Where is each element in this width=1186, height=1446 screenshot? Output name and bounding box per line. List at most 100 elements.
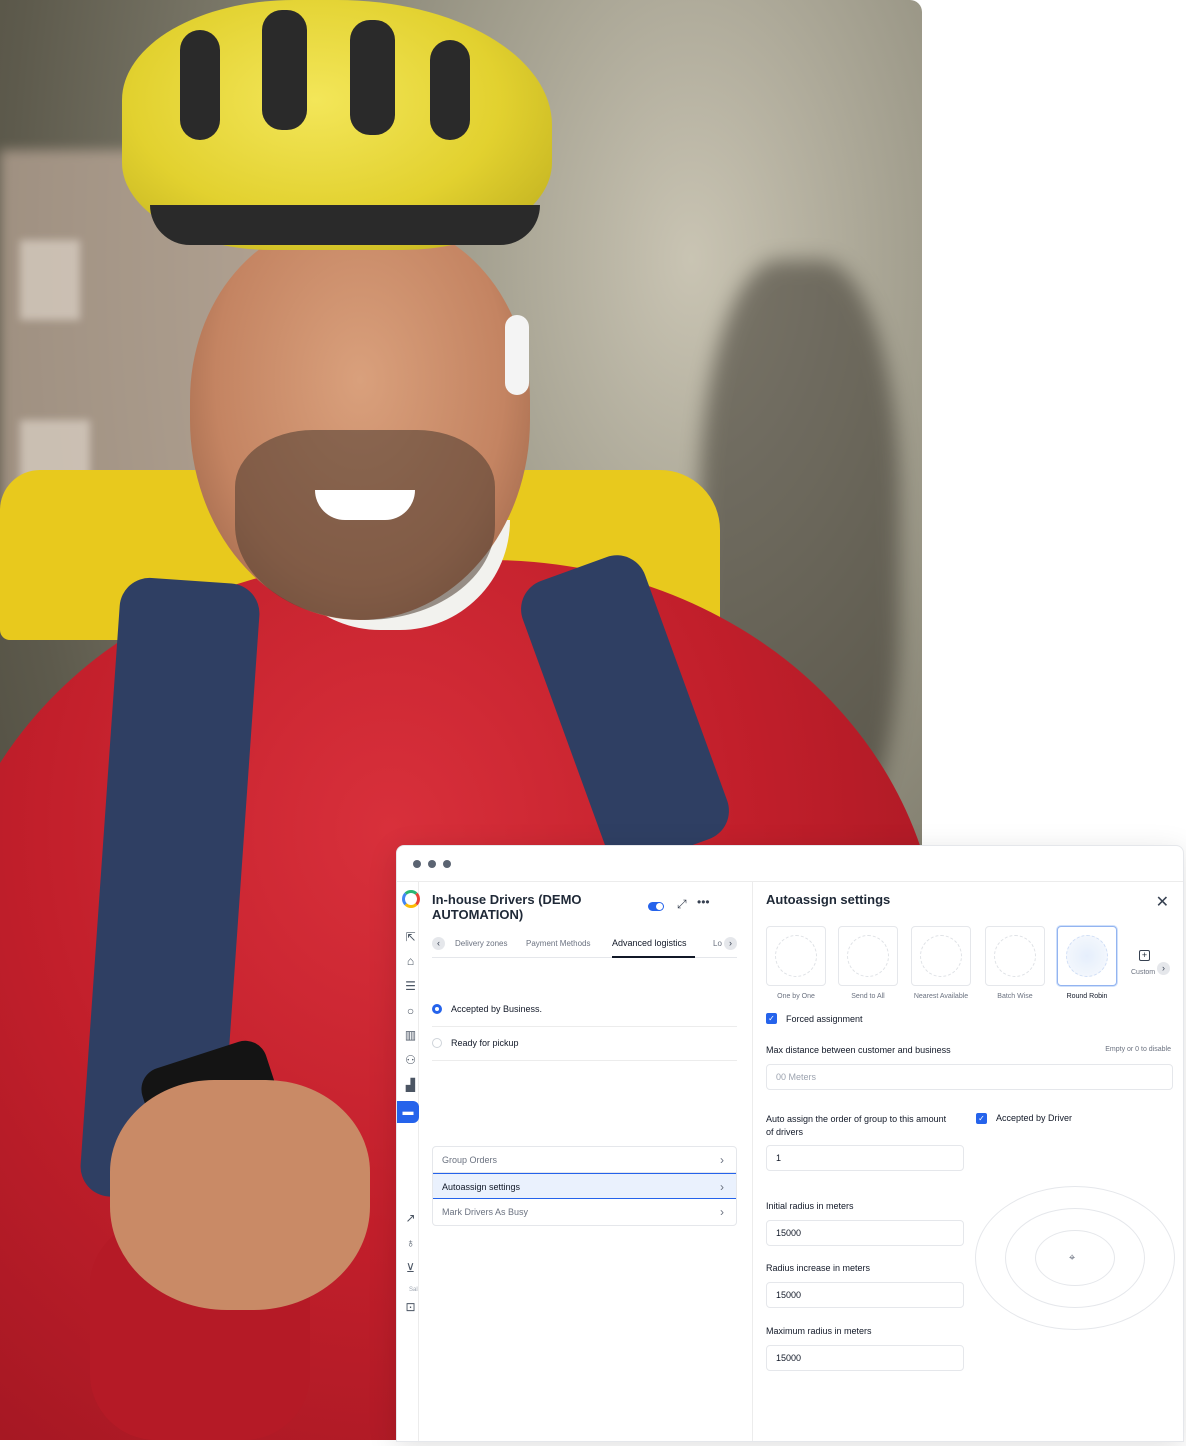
rail-section-label: Sal bbox=[409, 1287, 418, 1293]
forced-assignment-label: Forced assignment bbox=[786, 1014, 863, 1024]
strategy-nearest-available[interactable] bbox=[911, 926, 971, 986]
store-icon[interactable]: ▥ bbox=[404, 1029, 417, 1042]
strategy-send-to-all[interactable] bbox=[838, 926, 898, 986]
menu-item-label: Autoassign settings bbox=[442, 1182, 521, 1192]
radio-label: Accepted by Business. bbox=[451, 1004, 543, 1014]
tab-payment-methods[interactable]: Payment Methods bbox=[526, 939, 590, 948]
menu-item-autoassign-settings[interactable]: Autoassign settings › bbox=[433, 1173, 736, 1199]
app-logo-icon bbox=[402, 890, 420, 908]
radio-button[interactable] bbox=[432, 1038, 442, 1048]
helmet-vent bbox=[262, 10, 307, 130]
menu-item-label: Group Orders bbox=[442, 1155, 498, 1165]
close-icon[interactable]: ✕ bbox=[1156, 892, 1169, 912]
max-distance-input[interactable]: 00 Meters bbox=[766, 1064, 1173, 1090]
tab-next-icon[interactable]: › bbox=[724, 937, 737, 950]
max-distance-label: Max distance between customer and busine… bbox=[766, 1045, 951, 1055]
icon-rail: ⇱ ⌂ ☰ ○ ▥ ⚇ ▟ ▬ ↗ ♁ ⊻ Sal ⊡ bbox=[397, 882, 420, 1441]
more-options-icon[interactable]: ••• bbox=[697, 895, 710, 909]
chevron-right-icon: › bbox=[720, 1153, 724, 1167]
tab-logs[interactable]: Lo bbox=[713, 939, 722, 948]
group-order-drivers-input[interactable]: 1 bbox=[766, 1145, 964, 1171]
strategy-illustration bbox=[994, 935, 1036, 977]
strategy-label: One by One bbox=[777, 993, 815, 1000]
background-window bbox=[20, 240, 80, 320]
strategy-label: Nearest Available bbox=[913, 993, 969, 1000]
radio-option[interactable]: Ready for pickup bbox=[432, 1027, 737, 1061]
tab-delivery-zones[interactable]: Delivery zones bbox=[455, 939, 507, 948]
location-pin-icon: ⌖ bbox=[1069, 1252, 1076, 1264]
panel-title: Autoassign settings bbox=[766, 892, 891, 907]
rider-hand bbox=[110, 1080, 370, 1310]
menu-item-group-orders[interactable]: Group Orders › bbox=[433, 1147, 736, 1173]
radio-button[interactable] bbox=[432, 1004, 442, 1014]
menu-item-label: Mark Drivers As Busy bbox=[442, 1207, 529, 1217]
chevron-right-icon: › bbox=[720, 1205, 724, 1219]
panel-title: In-house Drivers (DEMO AUTOMATION) bbox=[432, 892, 632, 922]
radio-option[interactable]: Accepted by Business. bbox=[432, 993, 737, 1027]
strategy-label: Custom bbox=[1131, 969, 1155, 976]
cart-icon[interactable]: ⊻ bbox=[404, 1262, 417, 1275]
window-dot-icon bbox=[443, 859, 451, 868]
active-tab-indicator bbox=[612, 956, 695, 958]
radius-increase-input[interactable]: 15000 bbox=[766, 1282, 964, 1308]
window-dot-icon bbox=[428, 859, 436, 868]
menu-item-mark-drivers-busy[interactable]: Mark Drivers As Busy › bbox=[433, 1199, 736, 1225]
window-dot-icon bbox=[413, 859, 421, 868]
users-icon[interactable]: ⚇ bbox=[404, 1054, 417, 1067]
strategy-illustration bbox=[920, 935, 962, 977]
bar-chart-icon[interactable]: ▟ bbox=[404, 1079, 417, 1092]
initial-radius-input[interactable]: 15000 bbox=[766, 1220, 964, 1246]
accepted-by-driver-label: Accepted by Driver bbox=[996, 1113, 1073, 1123]
settings-menu: Group Orders › Autoassign settings › Mar… bbox=[432, 1146, 737, 1226]
strategy-label: Send to All bbox=[851, 993, 885, 1000]
maximum-radius-input[interactable]: 15000 bbox=[766, 1345, 964, 1371]
tab-bar: ‹ Delivery zones Payment Methods Advance… bbox=[432, 932, 737, 958]
chevron-right-icon[interactable]: › bbox=[1157, 962, 1170, 975]
panel-title-line2: AUTOMATION) bbox=[432, 907, 524, 922]
enabled-toggle[interactable] bbox=[648, 902, 664, 911]
strategy-illustration bbox=[775, 935, 817, 977]
line-chart-icon[interactable]: ↗ bbox=[404, 1212, 417, 1225]
accepted-by-driver-checkbox[interactable]: ✓ bbox=[976, 1113, 987, 1124]
helmet-vent bbox=[350, 20, 395, 135]
strategy-illustration bbox=[1066, 935, 1108, 977]
max-distance-hint: Empty or 0 to disable bbox=[1105, 1046, 1171, 1053]
helmet-vent bbox=[180, 30, 220, 140]
window-titlebar bbox=[397, 846, 1183, 882]
truck-icon[interactable]: ▬ bbox=[397, 1101, 419, 1123]
tab-prev-icon[interactable]: ‹ bbox=[432, 937, 445, 950]
strategy-label: Round Robin bbox=[1066, 993, 1108, 1000]
lightbulb-icon[interactable]: ♁ bbox=[404, 1237, 417, 1250]
radio-label: Ready for pickup bbox=[451, 1038, 519, 1048]
radius-illustration: ⌖ bbox=[975, 1186, 1175, 1330]
rider-beard bbox=[235, 430, 495, 620]
helmet-rim bbox=[150, 205, 540, 245]
tab-advanced-logistics[interactable]: Advanced logistics bbox=[612, 938, 687, 948]
bag-icon[interactable]: ⊡ bbox=[404, 1301, 417, 1314]
strategy-one-by-one[interactable] bbox=[766, 926, 826, 986]
group-order-label: Auto assign the order of group to this a… bbox=[766, 1113, 946, 1139]
home-icon[interactable]: ⌂ bbox=[404, 955, 417, 968]
initial-radius-label: Initial radius in meters bbox=[766, 1201, 854, 1211]
chat-icon[interactable]: ○ bbox=[404, 1005, 417, 1018]
forced-assignment-checkbox[interactable]: ✓ bbox=[766, 1013, 777, 1024]
strategy-round-robin[interactable] bbox=[1057, 926, 1117, 986]
list-icon[interactable]: ☰ bbox=[404, 980, 417, 993]
helmet-vent bbox=[430, 40, 470, 140]
rider-smile bbox=[315, 490, 415, 520]
autoassign-settings-panel: Autoassign settings ✕ + › One by One Sen… bbox=[754, 882, 1183, 1441]
maximum-radius-label: Maximum radius in meters bbox=[766, 1326, 872, 1336]
plus-icon[interactable]: + bbox=[1139, 950, 1150, 961]
chevron-right-icon: › bbox=[720, 1180, 724, 1194]
strategy-illustration bbox=[847, 935, 889, 977]
external-link-icon[interactable]: ⇱ bbox=[404, 931, 417, 944]
radius-increase-label: Radius increase in meters bbox=[766, 1263, 871, 1273]
app-window: ⇱ ⌂ ☰ ○ ▥ ⚇ ▟ ▬ ↗ ♁ ⊻ Sal ⊡ In-house Dri… bbox=[396, 845, 1184, 1442]
earbud bbox=[505, 315, 529, 395]
expand-icon[interactable]: ⤢ bbox=[677, 897, 687, 912]
strategy-label: Batch Wise bbox=[997, 993, 1033, 1000]
driver-group-panel: In-house Drivers (DEMO AUTOMATION) ⤢ •••… bbox=[419, 882, 753, 1441]
strategy-batch-wise[interactable] bbox=[985, 926, 1045, 986]
panel-title-line1: In-house Drivers (DEMO bbox=[432, 892, 582, 907]
group-order-label-line2: of drivers bbox=[766, 1127, 804, 1137]
